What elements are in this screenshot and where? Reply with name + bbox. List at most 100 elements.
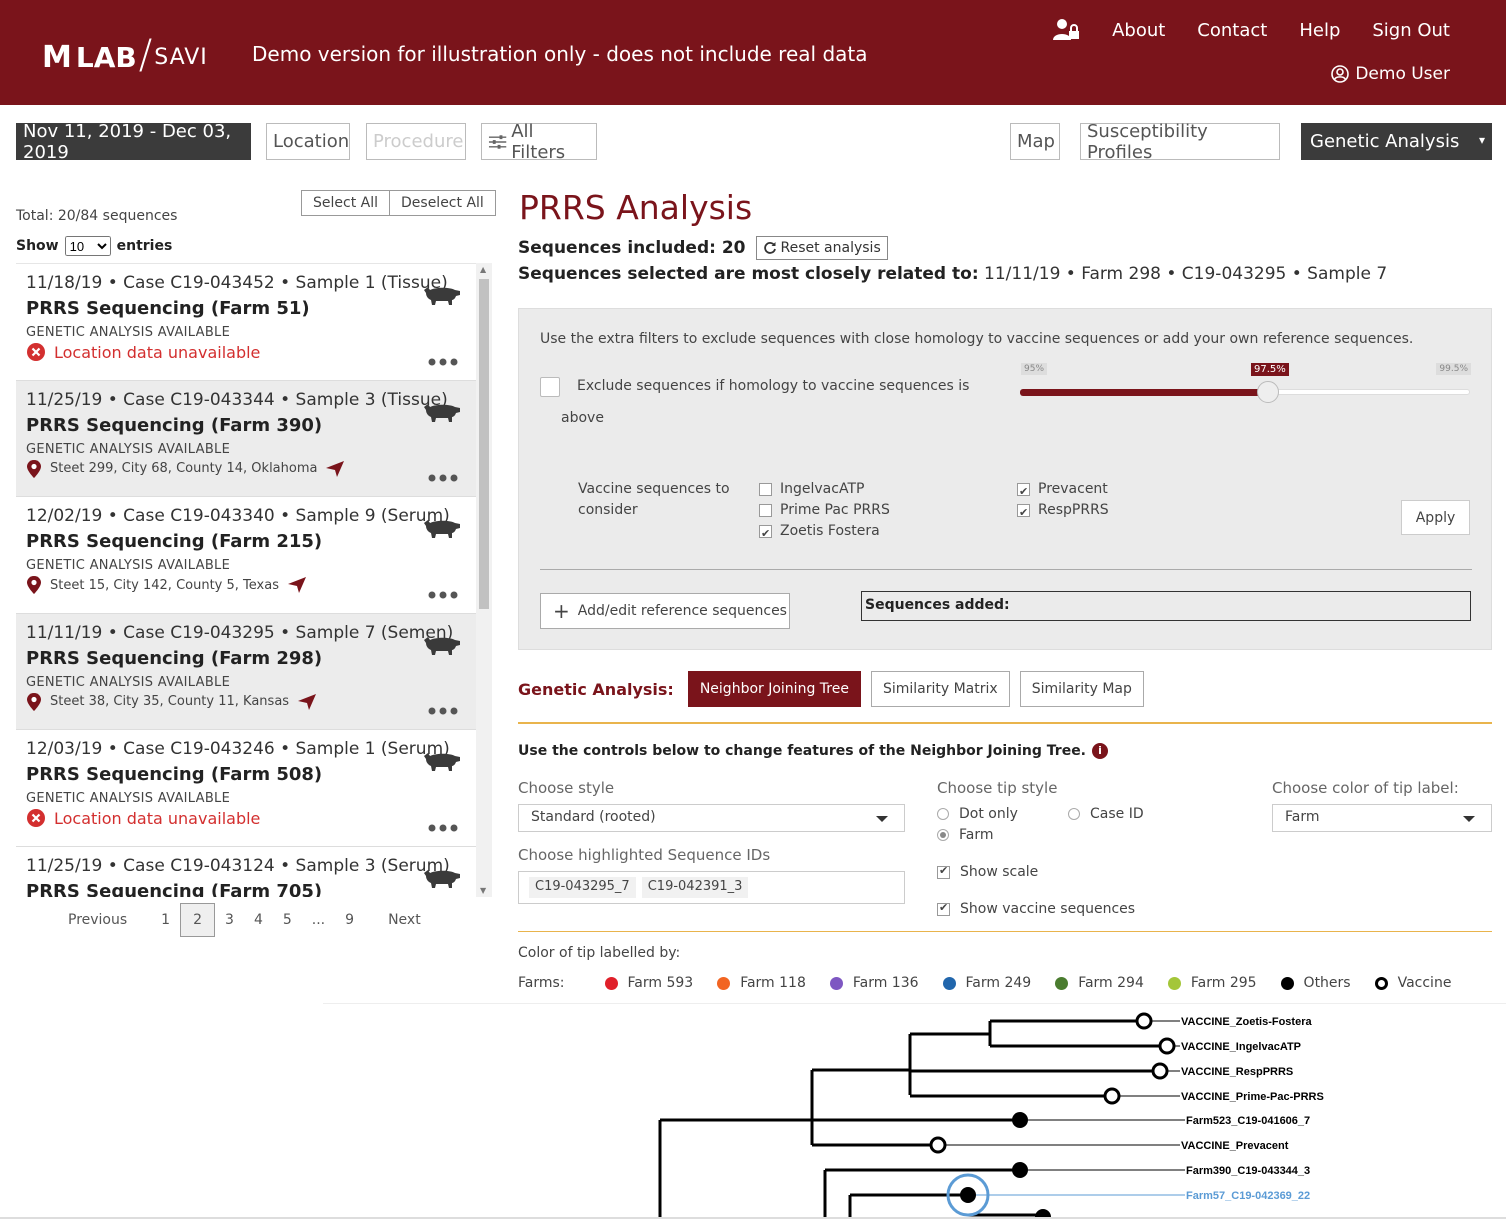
pager-page-3[interactable]: 3 (215, 912, 244, 928)
tip-case-radio[interactable] (1068, 808, 1080, 820)
controls-divider (518, 931, 1492, 932)
nav-help[interactable]: Help (1299, 20, 1340, 41)
lab-savi-logo[interactable]: M LAB / SAVI (42, 32, 208, 80)
date-range-button[interactable]: Nov 11, 2019 - Dec 03, 2019 (16, 121, 251, 163)
legend-label: Farm 249 (965, 975, 1032, 991)
show-scale-label: Show scale (960, 864, 1039, 880)
scroll-thumb[interactable] (479, 279, 489, 609)
show-vaccine-option[interactable]: Show vaccine sequences (937, 901, 1135, 917)
vaccine-option[interactable]: Prime Pac PRRS (759, 500, 890, 521)
list-item[interactable]: 11/25/19 • Case C19-043344 • Sample 3 (T… (16, 380, 476, 497)
choose-style-label: Choose style (518, 779, 615, 797)
show-label: Show (16, 238, 59, 254)
pager-page-4[interactable]: 4 (244, 912, 273, 928)
list-item[interactable]: 11/25/19 • Case C19-043124 • Sample 3 (S… (16, 847, 476, 897)
list-item[interactable]: 12/02/19 • Case C19-043340 • Sample 9 (S… (16, 497, 476, 614)
exclude-homology-checkbox[interactable] (540, 377, 560, 397)
navigate-arrow-icon[interactable] (325, 460, 345, 478)
pig-icon (424, 636, 460, 655)
slider-handle[interactable] (1257, 381, 1279, 403)
apply-button[interactable]: Apply (1401, 500, 1470, 535)
tip-dot-radio[interactable] (937, 808, 949, 820)
nav-about[interactable]: About (1112, 20, 1165, 41)
show-scale-option[interactable]: Show scale (937, 864, 1038, 880)
farm-legend: Farms: Farm 593 Farm 118 Farm 136 Farm 2… (518, 975, 1475, 991)
deselect-all-button[interactable]: Deselect All (390, 190, 496, 216)
highlight-sequence-input[interactable]: C19-043295_7 C19-042391_3 (518, 871, 905, 904)
tree-label: VACCINE_IngelvacATP (1181, 1041, 1301, 1053)
more-options-icon[interactable] (428, 474, 458, 482)
pager-page-2[interactable]: 2 (180, 903, 216, 937)
tab-neighbor-joining-tree[interactable]: Neighbor Joining Tree (687, 671, 861, 707)
vaccine-option[interactable]: RespPRRS (1017, 500, 1109, 523)
entries-select[interactable]: 10 (64, 236, 111, 256)
list-item[interactable]: 11/18/19 • Case C19-043452 • Sample 1 (T… (16, 264, 476, 381)
more-options-icon[interactable] (428, 358, 458, 366)
scroll-up-icon[interactable]: ▲ (480, 265, 486, 274)
pager-previous[interactable]: Previous (58, 912, 137, 928)
all-filters-button[interactable]: All Filters (481, 120, 597, 163)
procedure-filter-button[interactable]: Procedure (366, 123, 466, 160)
color-select[interactable]: Farm (1272, 804, 1492, 832)
tip-farm-option[interactable]: Farm (937, 827, 994, 843)
vaccine-option[interactable]: IngelvacATP (759, 479, 890, 500)
genetic-analysis-label: Genetic Analysis (1310, 131, 1460, 152)
pager-page-1[interactable]: 1 (151, 912, 180, 928)
list-scrollbar[interactable]: ▲ ▼ (476, 263, 492, 897)
tree-divider (323, 1003, 1506, 1004)
slider-min-label: 95% (1021, 363, 1048, 375)
more-options-icon[interactable] (428, 824, 458, 832)
vaccine-option[interactable]: Prevacent (1017, 479, 1109, 502)
more-options-icon[interactable] (428, 591, 458, 599)
tree-label: VACCINE_Zoetis-Fostera (1181, 1016, 1312, 1028)
navigate-arrow-icon[interactable] (287, 576, 307, 594)
style-select[interactable]: Standard (rooted) (518, 804, 905, 832)
select-all-button[interactable]: Select All (301, 190, 390, 216)
location-text: Location data unavailable (54, 808, 261, 828)
vaccine-option[interactable]: Zoetis Fostera (759, 521, 890, 544)
navigate-arrow-icon[interactable] (297, 693, 317, 711)
pager-page-5[interactable]: 5 (273, 912, 302, 928)
genetic-analysis-dropdown[interactable]: Genetic Analysis ▾ (1301, 123, 1492, 160)
tip-dot-option[interactable]: Dot only (937, 806, 1018, 822)
pager-page-9[interactable]: 9 (335, 912, 364, 928)
pig-icon (424, 287, 460, 305)
more-options-icon[interactable] (428, 707, 458, 715)
show-vaccine-checkbox[interactable] (937, 901, 950, 916)
tab-similarity-matrix[interactable]: Similarity Matrix (870, 671, 1010, 707)
tab-similarity-map[interactable]: Similarity Map (1019, 671, 1144, 707)
vaccine-tip (929, 1136, 947, 1154)
ingelvac-checkbox[interactable] (759, 483, 772, 496)
item-title: PRRS Sequencing (Farm 298) (26, 647, 323, 669)
user-lock-icon[interactable] (1052, 18, 1080, 42)
pager-next[interactable]: Next (378, 912, 431, 928)
primepac-checkbox[interactable] (759, 504, 772, 517)
location-filter-button[interactable]: Location (266, 123, 350, 160)
sequences-added-box: Sequences added: (861, 591, 1471, 621)
highlight-tag[interactable]: C19-042391_3 (641, 877, 749, 898)
prevacent-checkbox[interactable] (1017, 481, 1030, 502)
sequence-list[interactable]: 11/18/19 • Case C19-043452 • Sample 1 (T… (16, 263, 492, 897)
location-text: Steet 38, City 35, County 11, Kansas (50, 694, 290, 709)
tip-farm-radio[interactable] (937, 829, 949, 841)
all-filters-label: All Filters (511, 120, 566, 163)
homology-slider[interactable]: 95% 97.5% 99.5% (1019, 359, 1471, 409)
legend-item: Farm 294 (1055, 975, 1144, 991)
map-view-button[interactable]: Map (1010, 123, 1060, 160)
nav-sign-out[interactable]: Sign Out (1372, 20, 1450, 41)
susceptibility-profiles-button[interactable]: Susceptibility Profiles (1080, 121, 1280, 163)
info-icon[interactable]: i (1092, 743, 1109, 759)
tip-case-option[interactable]: Case ID (1068, 806, 1144, 822)
scroll-down-icon[interactable]: ▼ (480, 886, 486, 895)
user-menu[interactable]: Demo User (1331, 64, 1450, 84)
reset-analysis-button[interactable]: Reset analysis (755, 236, 888, 260)
zoetis-checkbox[interactable] (759, 523, 772, 544)
highlight-tag[interactable]: C19-043295_7 (529, 877, 636, 898)
add-reference-button[interactable]: + Add/edit reference sequences (540, 593, 790, 629)
item-location: Location data unavailable (26, 808, 466, 828)
show-scale-checkbox[interactable] (937, 864, 950, 879)
nav-contact[interactable]: Contact (1197, 20, 1267, 41)
list-item[interactable]: 11/11/19 • Case C19-043295 • Sample 7 (S… (16, 613, 476, 730)
list-item[interactable]: 12/03/19 • Case C19-043246 • Sample 1 (S… (16, 730, 476, 847)
resp-checkbox[interactable] (1017, 502, 1030, 523)
